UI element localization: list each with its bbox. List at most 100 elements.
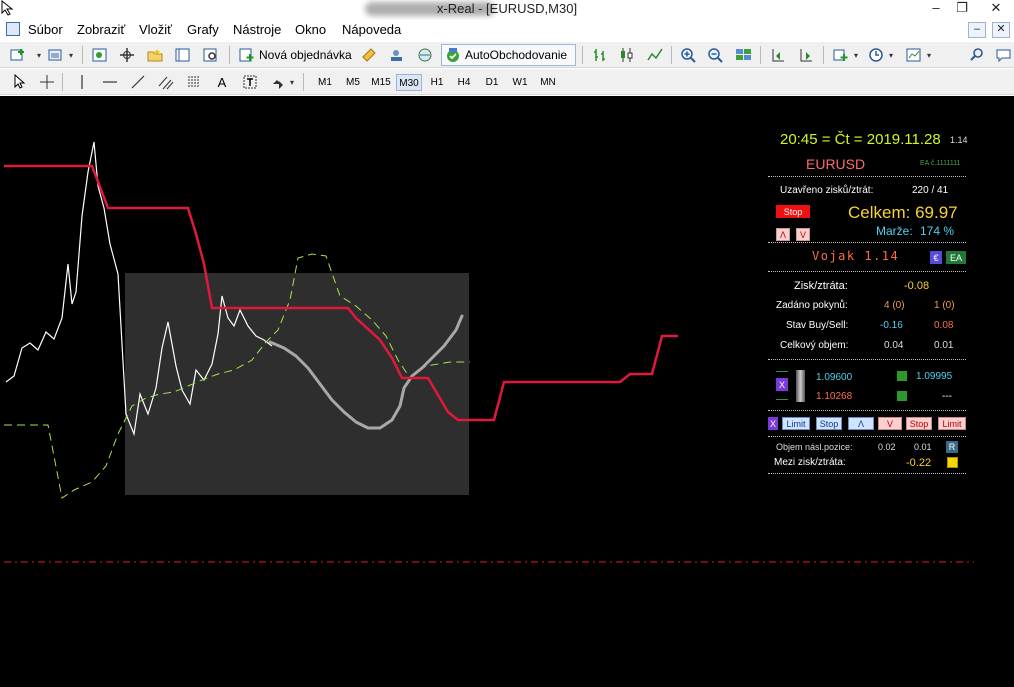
terminal-window: x-Real - [EURUSD,M30] – ❐ ✕ Súbor Zobraz… xyxy=(0,0,1014,687)
divider xyxy=(768,473,966,474)
profiles-dropdown-icon[interactable]: ▾ xyxy=(66,46,76,64)
green-square-top[interactable] xyxy=(897,371,907,381)
x-button[interactable]: X xyxy=(768,417,778,430)
restore-button[interactable]: ❐ xyxy=(948,0,976,18)
limit-buy-button[interactable]: Limit xyxy=(782,417,810,430)
bar-chart-icon[interactable] xyxy=(590,46,610,64)
trendline-icon[interactable] xyxy=(128,73,148,91)
indicators-dropdown-icon[interactable]: ▾ xyxy=(851,46,861,64)
zoom-out-icon[interactable] xyxy=(706,46,726,64)
market-icon[interactable] xyxy=(415,46,435,64)
templates-dropdown-icon[interactable]: ▾ xyxy=(924,46,934,64)
strategy-tester-icon[interactable] xyxy=(201,46,221,64)
x-button-small[interactable]: X xyxy=(776,378,788,391)
state-label: Stav Buy/Sell: xyxy=(786,320,849,331)
highlight-box xyxy=(125,273,469,495)
templates-icon[interactable] xyxy=(904,46,924,64)
pointer-icon[interactable] xyxy=(9,73,29,91)
ea-button[interactable]: EA xyxy=(946,251,966,264)
zoom-in-icon[interactable] xyxy=(679,46,699,64)
arrow-down-button[interactable]: V xyxy=(796,228,810,241)
periods-dropdown-icon[interactable]: ▾ xyxy=(886,46,896,64)
timeframe-d1[interactable]: D1 xyxy=(479,74,505,91)
navigator-icon[interactable] xyxy=(145,46,165,64)
ea-info-panel: 20:45 = Čt = 2019.11.28 1.14 EURUSD EA č… xyxy=(766,128,972,488)
arrows-icon[interactable] xyxy=(268,73,288,91)
menu-insert[interactable]: Vložiť xyxy=(139,22,172,37)
mdi-close-button[interactable]: ✕ xyxy=(992,22,1010,38)
timeframe-h4[interactable]: H4 xyxy=(451,74,477,91)
timeframe-w1[interactable]: W1 xyxy=(507,74,533,91)
next-volume-sell: 0.01 xyxy=(914,442,932,452)
market-watch-icon[interactable] xyxy=(90,46,110,64)
ea-number-label: EA č.1111111 xyxy=(920,160,961,167)
auto-trading-button[interactable]: AutoObchodovanie xyxy=(441,44,576,66)
menu-window[interactable]: Okno xyxy=(295,22,326,37)
timeframe-m30[interactable]: M30 xyxy=(396,74,422,91)
chart-shift-icon[interactable] xyxy=(768,46,788,64)
menu-view[interactable]: Zobraziť xyxy=(77,22,125,37)
new-chart-dropdown-icon[interactable]: ▾ xyxy=(34,46,44,64)
auto-scroll-icon[interactable] xyxy=(796,46,816,64)
timeframe-m5[interactable]: M5 xyxy=(340,74,366,91)
auto-trading-icon xyxy=(447,48,459,62)
r-button[interactable]: R xyxy=(946,441,958,453)
state-buy: -0.16 xyxy=(880,320,903,331)
menu-help[interactable]: Nápoveda xyxy=(342,22,401,37)
euro-button[interactable]: € xyxy=(930,251,942,264)
periods-clock-icon[interactable] xyxy=(867,46,887,64)
green-square-bottom[interactable] xyxy=(897,391,907,401)
metaeditor-icon[interactable] xyxy=(359,46,379,64)
next-volume-buy: 0.02 xyxy=(878,442,896,452)
vertical-line-icon[interactable] xyxy=(72,73,92,91)
fibonacci-icon[interactable] xyxy=(184,73,204,91)
candlestick-icon[interactable] xyxy=(617,46,637,64)
closed-label: Uzavřeno zisků/ztrát: xyxy=(780,185,874,196)
new-chart-icon[interactable] xyxy=(8,46,28,64)
timeframe-m1[interactable]: M1 xyxy=(312,74,338,91)
signals-icon[interactable] xyxy=(387,46,407,64)
minimize-button[interactable]: – xyxy=(922,0,950,18)
profiles-icon[interactable] xyxy=(46,46,66,64)
line-chart-icon[interactable] xyxy=(645,46,665,64)
indicators-icon[interactable] xyxy=(831,46,851,64)
arrow-up-button[interactable]: Λ xyxy=(776,228,790,241)
buy-button[interactable]: Λ xyxy=(848,417,874,430)
tile-windows-icon[interactable] xyxy=(734,46,754,64)
stop-buy-button[interactable]: Stop xyxy=(816,417,842,430)
search-icon[interactable] xyxy=(967,46,987,64)
timeframe-m15[interactable]: M15 xyxy=(367,74,395,91)
equidistant-channel-icon[interactable] xyxy=(156,73,176,91)
limit-sell-button[interactable]: Limit xyxy=(938,417,966,430)
sell-button[interactable]: V xyxy=(878,417,902,430)
price-c: 1.10268 xyxy=(816,391,853,402)
timeframe-mn[interactable]: MN xyxy=(534,74,562,91)
volume-sell: 0.01 xyxy=(934,340,954,351)
app-menu-icon[interactable] xyxy=(6,22,20,36)
horizontal-line-icon[interactable] xyxy=(100,73,120,91)
price-d: --- xyxy=(942,391,952,402)
text-label-icon[interactable] xyxy=(240,73,260,91)
level-slider[interactable] xyxy=(796,370,805,402)
menu-tools[interactable]: Nástroje xyxy=(233,22,281,37)
state-sell: 0.08 xyxy=(934,320,954,331)
new-order-button[interactable]: Nová objednávka xyxy=(259,48,352,62)
mdi-minimize-button[interactable]: – xyxy=(968,22,986,38)
timeframe-h1[interactable]: H1 xyxy=(424,74,450,91)
stop-button[interactable]: Stop xyxy=(776,205,810,218)
crosshair-nav-icon[interactable] xyxy=(117,46,137,64)
window-title: x-Real - [EURUSD,M30] xyxy=(436,1,578,16)
menu-charts[interactable]: Grafy xyxy=(187,22,219,37)
arrows-dropdown-icon[interactable]: ▾ xyxy=(287,73,297,91)
crosshair-icon[interactable] xyxy=(37,73,57,91)
close-button[interactable]: ✕ xyxy=(982,0,1010,18)
new-order-icon[interactable] xyxy=(237,46,257,64)
margin-label: Marže: xyxy=(876,224,913,238)
text-tool-icon[interactable]: A xyxy=(212,73,232,91)
menu-file[interactable]: Súbor xyxy=(28,22,63,37)
chat-icon[interactable] xyxy=(994,46,1014,64)
yellow-square-button[interactable] xyxy=(947,457,958,468)
terminal-icon[interactable] xyxy=(173,46,193,64)
stop-sell-button[interactable]: Stop xyxy=(906,417,932,430)
divider xyxy=(768,359,966,360)
